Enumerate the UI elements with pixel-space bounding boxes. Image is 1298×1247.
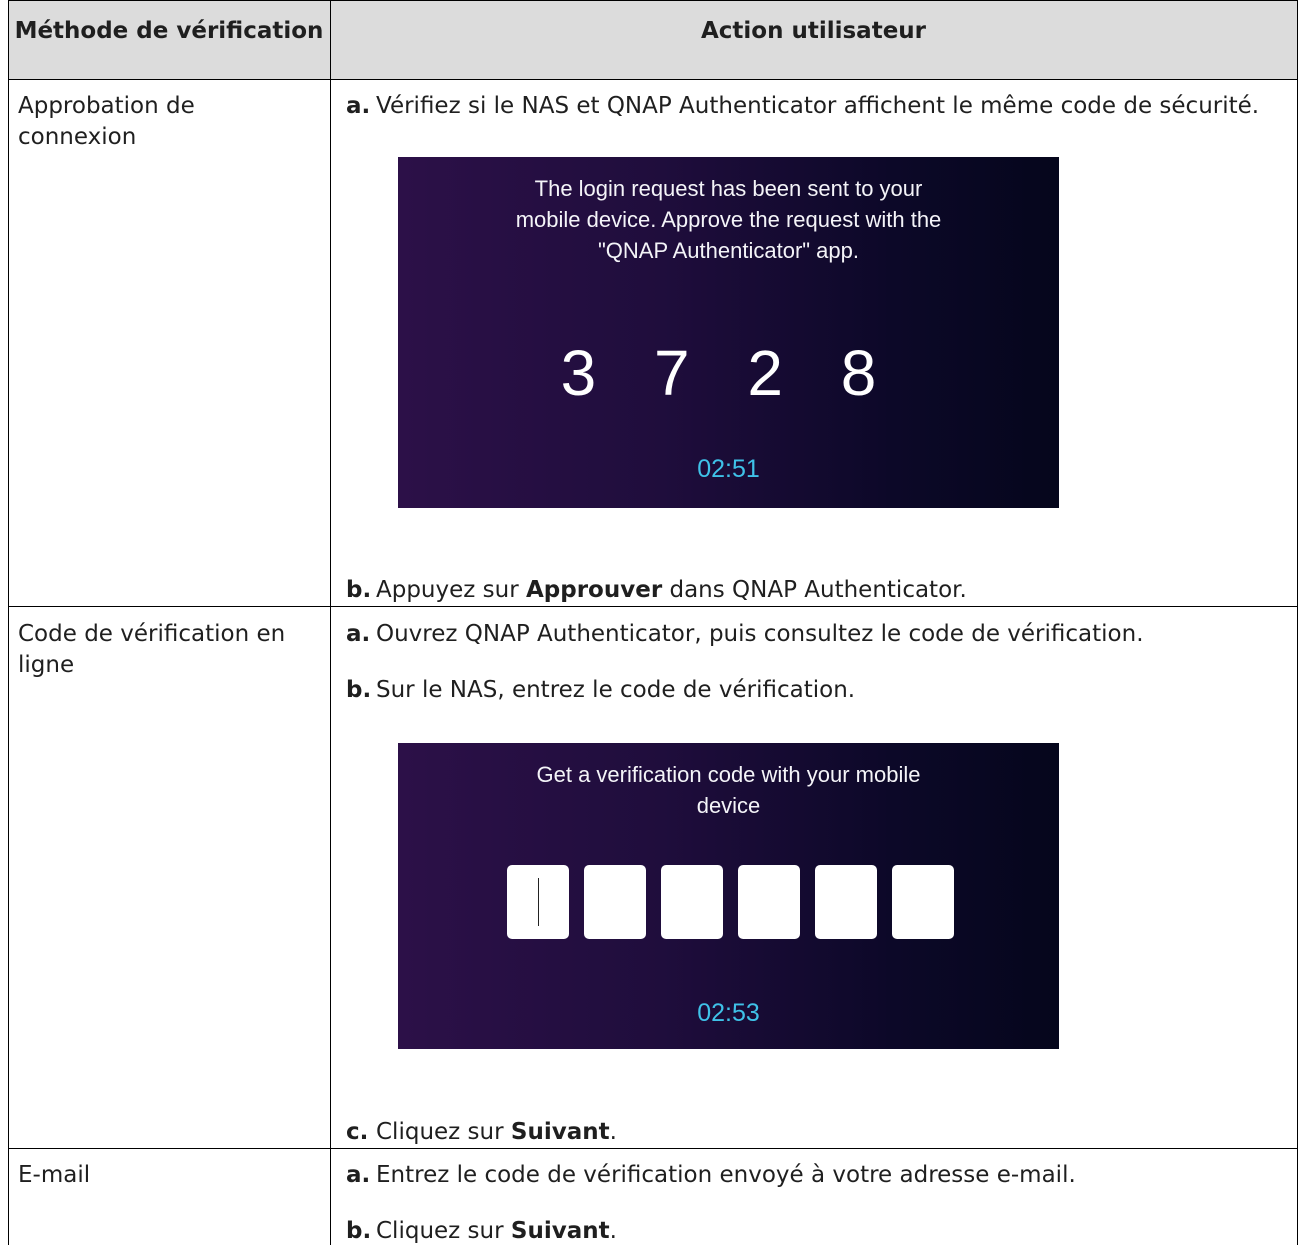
table-border-top — [8, 0, 1298, 1]
step-text: Vérifiez si le NAS et QNAP Authenticator… — [376, 93, 1260, 119]
step-item: b. Cliquez sur Suivant. — [346, 1216, 617, 1247]
step-text: Cliquez sur — [376, 1119, 511, 1145]
method-cell: E-mail — [18, 1162, 91, 1188]
verification-code-screenshot: Get a verification code with your mobile… — [398, 743, 1059, 1049]
approval-message: The login request has been sent to your … — [398, 173, 1059, 266]
step-label: a. — [346, 1162, 371, 1188]
code-digit-input[interactable] — [507, 865, 569, 939]
countdown-timer: 02:51 — [697, 455, 760, 483]
code-digit-input[interactable] — [892, 865, 954, 939]
method-cell: Code de vérification en ligne — [18, 621, 286, 678]
table-border-left — [8, 0, 9, 1245]
step-item: a. Entrez le code de vérification envoyé … — [346, 1160, 1076, 1191]
ui-term: Approuver — [525, 577, 663, 603]
step-item: b. Appuyez sur Approuver dans QNAP Authen… — [346, 575, 967, 606]
step-text: Appuyez sur — [376, 577, 526, 603]
step-label: b. — [346, 1218, 372, 1244]
method-cell: Approbation de connexion — [18, 93, 195, 150]
step-label: b. — [346, 677, 372, 703]
message-line: "QNAP Authenticator" app. — [597, 238, 860, 263]
step-text: Cliquez sur — [376, 1218, 511, 1244]
step-text: . — [609, 1119, 617, 1145]
step-item: b. Sur le NAS, entrez le code de vérifica… — [346, 675, 855, 706]
verification-message: Get a verification code with your mobile… — [398, 759, 1059, 821]
step-text: . — [609, 1218, 617, 1244]
step-label: a. — [346, 93, 371, 119]
ui-term: Suivant — [510, 1218, 610, 1244]
step-label: a. — [346, 621, 371, 647]
step-text: Sur le NAS, entrez le code de vérificati… — [376, 677, 856, 703]
verification-methods-table: Méthode de vérification Action utilisate… — [8, 0, 1298, 1245]
message-line: device — [696, 793, 761, 818]
login-approval-screenshot: The login request has been sent to your … — [398, 157, 1059, 508]
step-label: c. — [346, 1119, 369, 1145]
row-divider — [8, 1148, 1298, 1149]
countdown-timer: 02:53 — [697, 999, 760, 1027]
step-text: dans QNAP Authenticator. — [662, 577, 967, 603]
row-divider — [8, 606, 1298, 607]
code-digit-input[interactable] — [584, 865, 646, 939]
code-digit-input[interactable] — [815, 865, 877, 939]
column-header-action: Action utilisateur — [700, 18, 927, 44]
text-caret — [538, 878, 539, 926]
message-line: mobile device. Approve the request with … — [515, 207, 942, 232]
code-digit-input[interactable] — [661, 865, 723, 939]
step-text: Ouvrez QNAP Authenticator, puis consulte… — [376, 621, 1144, 647]
row-divider — [8, 79, 1298, 80]
step-label: b. — [346, 577, 372, 603]
ui-term: Suivant — [510, 1119, 610, 1145]
step-item: c. Cliquez sur Suivant. — [346, 1117, 617, 1148]
step-text: Entrez le code de vérification envoyé à … — [376, 1162, 1076, 1188]
code-digit-input[interactable] — [738, 865, 800, 939]
message-line: Get a verification code with your mobile — [536, 762, 921, 787]
message-line: The login request has been sent to your — [534, 176, 923, 201]
step-item: a. Ouvrez QNAP Authenticator, puis consul… — [346, 619, 1144, 650]
security-code: 3 7 2 8 — [560, 337, 897, 409]
column-header-method: Méthode de vérification — [14, 18, 324, 44]
step-item: a. Vérifiez si le NAS et QNAP Authenticat… — [346, 91, 1259, 122]
column-divider — [330, 0, 331, 1245]
